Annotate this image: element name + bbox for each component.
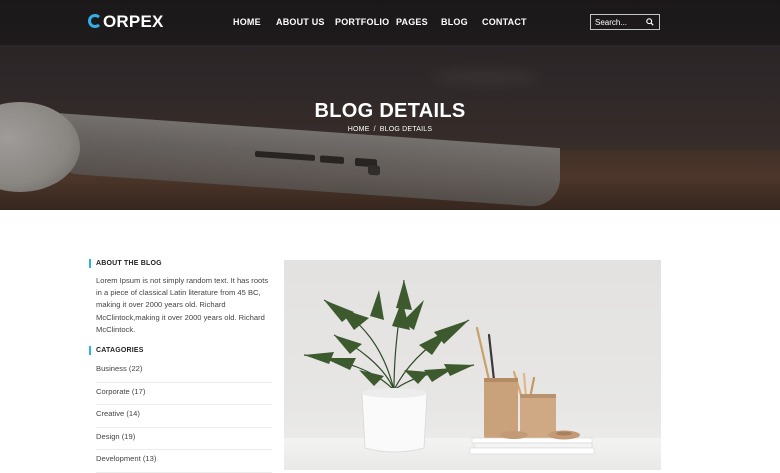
category-creative[interactable]: Creative (14) [96,405,272,428]
breadcrumb: HOME / BLOG DETAILS [0,126,780,133]
brand-logo[interactable]: ORPEX [88,11,164,33]
nav-home[interactable]: HOME [233,17,261,27]
category-business[interactable]: Business (22) [96,360,272,383]
page-title: BLOG DETAILS [314,100,466,122]
search-icon[interactable] [646,18,654,26]
nav-portfolio[interactable]: PORTFOLIO [335,17,389,27]
nav-pages[interactable]: PAGES [396,17,428,27]
category-development[interactable]: Development (13) [96,450,272,473]
breadcrumb-home[interactable]: HOME [348,126,370,133]
logo-text: ORPEX [103,12,164,31]
about-blog-heading: ABOUT THE BLOG [89,259,162,268]
nav-about-us[interactable]: ABOUT US [276,17,325,27]
about-blog-text: Lorem Ipsum is not simply random text. I… [96,276,269,334]
search-input[interactable] [591,15,651,29]
logo-ring-icon [88,14,102,28]
hero-banner: ORPEX HOME ABOUT US PORTFOLIO PAGES BLOG… [0,0,780,210]
breadcrumb-current: BLOG DETAILS [379,126,433,133]
category-design[interactable]: Design (19) [96,428,272,450]
plant-and-pencil-cups-illustration [303,279,595,455]
categories-heading: CATAGORIES [89,346,144,355]
categories-list: Business (22) Corporate (17) Creative (1… [96,360,272,473]
nav-contact[interactable]: CONTACT [482,17,527,27]
blog-feature-image [284,260,661,470]
search-box [590,14,660,30]
nav-blog[interactable]: BLOG [441,17,468,27]
category-corporate[interactable]: Corporate (17) [96,383,272,405]
breadcrumb-separator: / [373,126,376,133]
